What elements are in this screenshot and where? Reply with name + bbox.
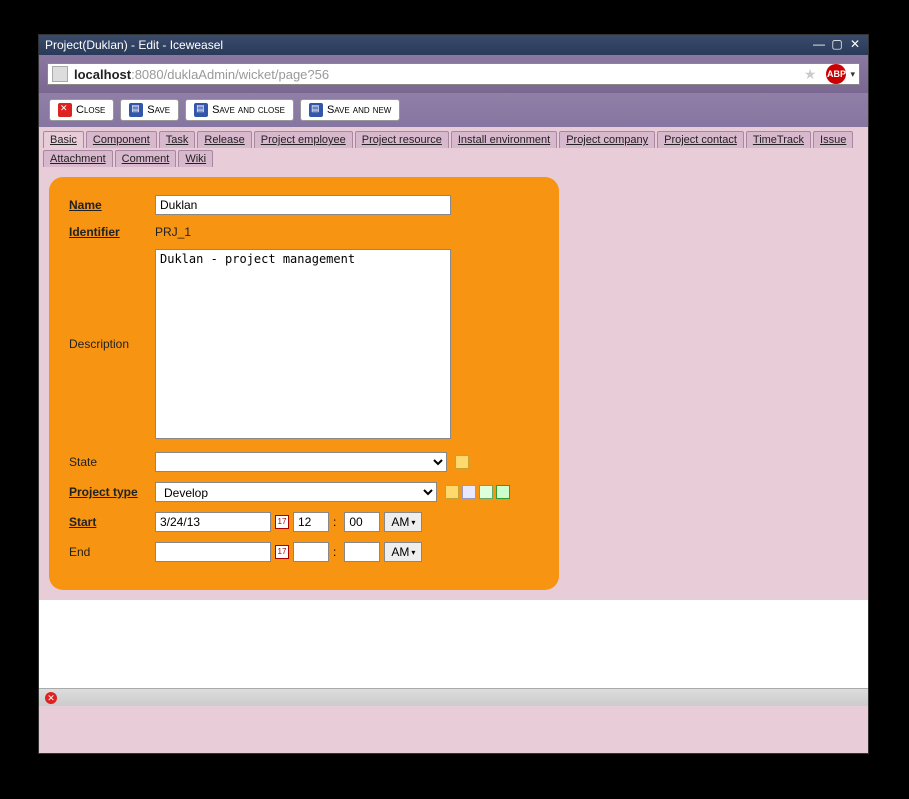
- tab-wiki[interactable]: Wiki: [178, 150, 213, 167]
- tab-project-contact[interactable]: Project contact: [657, 131, 744, 148]
- titlebar: Project(Duklan) - Edit - Iceweasel — ▢ ✕: [39, 35, 868, 55]
- window-title: Project(Duklan) - Edit - Iceweasel: [45, 38, 808, 52]
- bottom-panel: [39, 600, 868, 688]
- end-minute-input[interactable]: [344, 542, 380, 562]
- end-date-input[interactable]: [155, 542, 271, 562]
- minimize-button[interactable]: —: [812, 38, 826, 52]
- row-end: End 17 : AM▾: [69, 542, 539, 562]
- save-and-new-button[interactable]: Save and new: [300, 99, 400, 121]
- bookmark-star-icon[interactable]: ★: [804, 66, 817, 83]
- ptype-actions: [445, 485, 510, 499]
- tab-component[interactable]: Component: [86, 131, 157, 148]
- content-area: Name Identifier PRJ_1 Description Duklan…: [39, 167, 868, 600]
- tab-project-employee[interactable]: Project employee: [254, 131, 353, 148]
- row-name: Name: [69, 195, 539, 215]
- tab-strip: Basic Component Task Release Project emp…: [39, 127, 868, 167]
- save-icon: [129, 103, 143, 117]
- end-calendar-icon[interactable]: 17: [275, 545, 289, 559]
- addressbar-area: localhost:8080/duklaAdmin/wicket/page?56…: [39, 55, 868, 93]
- name-input[interactable]: [155, 195, 451, 215]
- start-minute-input[interactable]: [344, 512, 380, 532]
- close-label: Close: [76, 104, 105, 116]
- tab-timetrack[interactable]: TimeTrack: [746, 131, 811, 148]
- tab-release[interactable]: Release: [197, 131, 251, 148]
- maximize-button[interactable]: ▢: [830, 38, 844, 52]
- project-type-select[interactable]: Develop: [155, 482, 437, 502]
- tab-task[interactable]: Task: [159, 131, 196, 148]
- row-description: Description Duklan - project management: [69, 249, 539, 442]
- ptype-paste-icon[interactable]: [496, 485, 510, 499]
- action-toolbar: Close Save Save and close Save and new: [39, 93, 868, 127]
- label-end: End: [69, 545, 155, 559]
- addr-dropdown-icon[interactable]: ▾: [850, 69, 855, 80]
- tab-attachment[interactable]: Attachment: [43, 150, 113, 167]
- statusbar: ✕: [39, 688, 868, 706]
- tab-basic[interactable]: Basic: [43, 131, 84, 148]
- end-hour-input[interactable]: [293, 542, 329, 562]
- start-date-input[interactable]: [155, 512, 271, 532]
- ptype-cut-icon[interactable]: [479, 485, 493, 499]
- ptype-doc-icon[interactable]: [462, 485, 476, 499]
- save-and-close-button[interactable]: Save and close: [185, 99, 294, 121]
- tab-issue[interactable]: Issue: [813, 131, 853, 148]
- colon-sep-2: :: [333, 545, 336, 559]
- url-text: localhost:8080/duklaAdmin/wicket/page?56: [74, 67, 804, 82]
- label-name: Name: [69, 198, 155, 212]
- close-button[interactable]: Close: [49, 99, 114, 121]
- state-select[interactable]: [155, 452, 447, 472]
- state-add-icon[interactable]: [455, 455, 469, 469]
- start-ampm-select[interactable]: AM▾: [384, 512, 422, 532]
- row-state: State: [69, 452, 539, 472]
- tab-install-environment[interactable]: Install environment: [451, 131, 557, 148]
- url-host: localhost: [74, 67, 131, 82]
- save-new-label: Save and new: [327, 104, 391, 116]
- start-calendar-icon[interactable]: 17: [275, 515, 289, 529]
- url-rest: :8080/duklaAdmin/wicket/page?56: [131, 67, 329, 82]
- site-icon: [52, 66, 68, 82]
- colon-sep-1: :: [333, 515, 336, 529]
- adblock-icon[interactable]: ABP: [826, 64, 846, 84]
- addressbar[interactable]: localhost:8080/duklaAdmin/wicket/page?56…: [47, 63, 860, 85]
- description-textarea[interactable]: Duklan - project management: [155, 249, 451, 439]
- save-new-icon: [309, 103, 323, 117]
- label-state: State: [69, 455, 155, 469]
- close-window-button[interactable]: ✕: [848, 38, 862, 52]
- start-hour-input[interactable]: [293, 512, 329, 532]
- close-icon: [58, 103, 72, 117]
- identifier-value: PRJ_1: [155, 225, 191, 239]
- ptype-add-icon[interactable]: [445, 485, 459, 499]
- label-project-type: Project type: [69, 485, 155, 499]
- row-start: Start 17 : AM▾: [69, 512, 539, 532]
- tab-project-company[interactable]: Project company: [559, 131, 655, 148]
- tab-comment[interactable]: Comment: [115, 150, 177, 167]
- status-error-icon[interactable]: ✕: [45, 692, 57, 704]
- save-close-icon: [194, 103, 208, 117]
- label-description: Description: [69, 249, 155, 351]
- end-ampm-select[interactable]: AM▾: [384, 542, 422, 562]
- row-project-type: Project type Develop: [69, 482, 539, 502]
- row-identifier: Identifier PRJ_1: [69, 225, 539, 239]
- save-close-label: Save and close: [212, 104, 285, 116]
- label-identifier: Identifier: [69, 225, 155, 239]
- form-panel: Name Identifier PRJ_1 Description Duklan…: [49, 177, 559, 590]
- save-button[interactable]: Save: [120, 99, 179, 121]
- state-actions: [455, 455, 469, 469]
- app-window: Project(Duklan) - Edit - Iceweasel — ▢ ✕…: [38, 34, 869, 754]
- tab-project-resource[interactable]: Project resource: [355, 131, 449, 148]
- save-label: Save: [147, 104, 170, 116]
- label-start: Start: [69, 515, 155, 529]
